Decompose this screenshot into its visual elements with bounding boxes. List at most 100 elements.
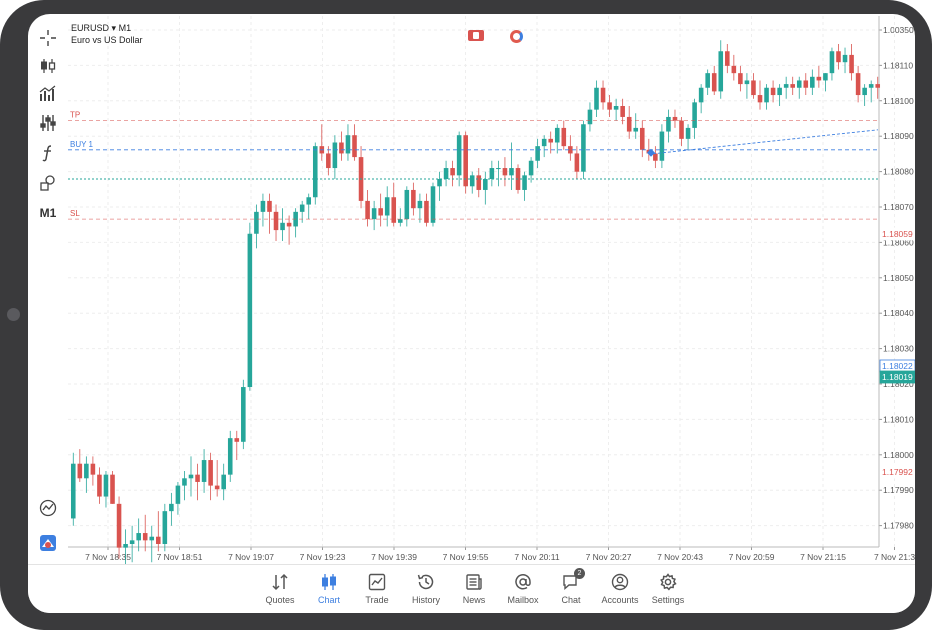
- candle-body: [345, 135, 351, 154]
- sl-label: SL: [70, 209, 80, 218]
- candle-body: [273, 211, 279, 231]
- tab-history[interactable]: History: [402, 569, 450, 611]
- candle-body: [620, 106, 625, 117]
- candle-body: [698, 87, 704, 103]
- candle-body: [777, 87, 782, 96]
- y-tick-label: 1.18010: [883, 414, 914, 424]
- candle-body: [829, 51, 835, 74]
- candle-body: [764, 87, 769, 103]
- candle-body: [561, 127, 567, 147]
- candle-body: [90, 463, 96, 475]
- tp-label: TP: [70, 111, 80, 120]
- candle-body: [528, 160, 534, 176]
- tab-label: Settings: [651, 595, 685, 605]
- candle-body: [496, 168, 501, 170]
- candle-body: [718, 51, 724, 92]
- m1-timeframe[interactable]: M1: [36, 201, 60, 225]
- tab-trade[interactable]: Trade: [353, 569, 401, 611]
- tab-label: History: [411, 595, 440, 605]
- tab-chart[interactable]: Chart: [305, 569, 353, 611]
- y-tick-label: 1.00350: [883, 25, 914, 35]
- candle-body: [653, 153, 658, 161]
- tablet-frame: M1 1.00350 1.18110 1.18100 1.18090 1.18080 1.…: [0, 0, 932, 630]
- candle-body: [227, 438, 233, 475]
- candle-body: [110, 474, 115, 504]
- tab-label: Chart: [317, 595, 340, 605]
- settings-icon: [658, 572, 678, 592]
- y-tick-label: 1.18100: [883, 96, 914, 106]
- y-tick-label: 1.18030: [883, 344, 914, 354]
- candle-body: [352, 135, 357, 158]
- current-price-tag: 1.18019: [882, 372, 913, 382]
- price-chart[interactable]: 1.00350 1.18110 1.18100 1.18090 1.18080 1.180…: [68, 14, 915, 564]
- tab-accounts[interactable]: Accounts: [596, 569, 644, 611]
- candle-body: [417, 200, 423, 209]
- chart-area[interactable]: 1.00350 1.18110 1.18100 1.18090 1.18080 1.180…: [68, 14, 915, 564]
- candle-body: [685, 127, 691, 139]
- candle-body: [594, 87, 599, 110]
- symbol-ticker[interactable]: EURUSD: [71, 23, 109, 33]
- one-click-trading-icon[interactable]: [468, 30, 484, 41]
- candle-body: [692, 102, 697, 128]
- candle-body: [430, 186, 436, 223]
- app-logo-icon[interactable]: [36, 531, 60, 555]
- candle-body: [384, 197, 390, 216]
- candle-body: [875, 84, 881, 88]
- candle-body: [201, 460, 207, 482]
- symbol-info[interactable]: EURUSD ▾ M1 Euro vs US Dollar: [71, 22, 143, 46]
- chart-settings-icon[interactable]: [36, 496, 60, 520]
- indicators-sliders-icon[interactable]: [36, 111, 60, 135]
- y-tick-label: 1.18040: [883, 308, 914, 318]
- candle-body: [286, 222, 292, 227]
- candle-body: [803, 80, 809, 88]
- candle-body: [397, 219, 403, 223]
- symbol-dropdown-icon[interactable]: ▾: [112, 23, 117, 33]
- left-toolbar: M1: [28, 14, 68, 564]
- chat-icon: 2: [561, 568, 585, 592]
- candle-body: [535, 146, 540, 161]
- candle-body: [639, 127, 645, 150]
- candle-body: [469, 175, 475, 187]
- candle-body: [123, 544, 128, 548]
- sl-price-tag: 1.17992: [882, 467, 913, 477]
- candle-body: [770, 87, 776, 96]
- volume-bars-icon[interactable]: [36, 82, 60, 106]
- tab-chat[interactable]: 2 Chat: [547, 568, 595, 611]
- objects-icon[interactable]: [36, 171, 60, 195]
- candle-body: [182, 478, 187, 486]
- candle-body: [142, 533, 148, 541]
- candle-body: [816, 76, 822, 81]
- timeframe-label: M1: [39, 206, 57, 220]
- tab-mailbox[interactable]: Mailbox: [499, 569, 547, 611]
- quotes-icon: [270, 572, 290, 592]
- tab-label: Trade: [365, 595, 389, 605]
- candle-body: [175, 485, 181, 504]
- function-icon[interactable]: [36, 141, 60, 165]
- candle-body: [868, 84, 874, 88]
- x-tick-label: 7 Nov 19:23: [300, 552, 346, 562]
- candle-body: [502, 168, 508, 176]
- mailbox-icon: [513, 572, 533, 592]
- candle-body: [607, 102, 612, 110]
- candle-body: [234, 438, 240, 442]
- candle-body: [489, 168, 495, 179]
- tab-settings[interactable]: Settings: [644, 569, 692, 611]
- candle-body: [247, 233, 253, 388]
- x-tick-label: 7 Nov 20:11: [514, 552, 559, 562]
- candle-body: [260, 200, 266, 212]
- tab-label: News: [462, 595, 486, 605]
- tab-news[interactable]: News: [450, 569, 498, 611]
- tab-quotes[interactable]: Quotes: [256, 569, 304, 611]
- signal-indicator-icon[interactable]: [510, 30, 523, 43]
- candle-body: [267, 200, 272, 212]
- candlestick-icon[interactable]: [36, 54, 60, 78]
- candle-body: [672, 116, 678, 121]
- news-icon: [464, 572, 484, 592]
- x-tick-label: 7 Nov 21:15: [800, 552, 846, 562]
- candle-body: [312, 146, 318, 198]
- tab-label: Chat: [561, 595, 581, 605]
- crosshair-icon[interactable]: [36, 26, 60, 50]
- candle-body: [103, 474, 109, 497]
- x-tick-label: 7 Nov 18:51: [157, 552, 203, 562]
- home-button[interactable]: [7, 308, 20, 321]
